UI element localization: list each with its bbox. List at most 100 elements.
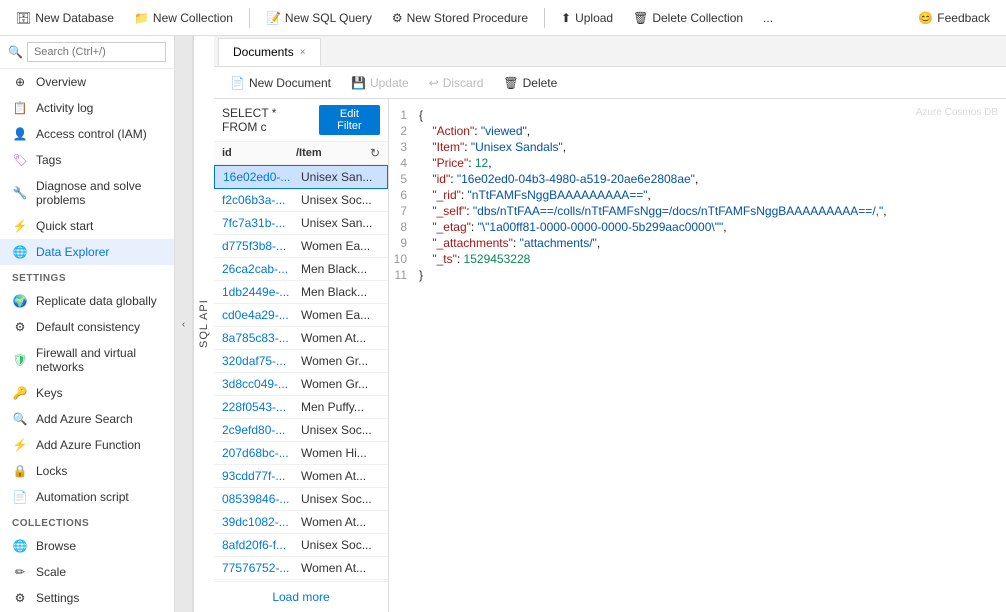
query-bar: SELECT * FROM c Edit Filter <box>214 99 388 142</box>
replicate-icon: 🌍 <box>12 294 28 308</box>
query-text: SELECT * FROM c <box>222 106 313 134</box>
new-doc-icon: 📄 <box>230 76 245 90</box>
json-editor-wrapper: Azure Cosmos DB 1 { 2 "Action": "viewed"… <box>389 99 1006 612</box>
locks-icon: 🔒 <box>12 464 28 478</box>
sidebar-item-diagnose[interactable]: 🔧 Diagnose and solve problems <box>0 173 174 213</box>
discard-icon: ↩ <box>429 76 439 90</box>
tab-close-button[interactable]: × <box>300 47 306 58</box>
sidebar-item-scale[interactable]: ✏ Scale <box>0 559 174 585</box>
json-editor[interactable]: Azure Cosmos DB 1 { 2 "Action": "viewed"… <box>389 99 1006 612</box>
sidebar-item-automation[interactable]: 📄 Automation script <box>0 484 174 510</box>
sidebar-item-settings[interactable]: ⚙ Settings <box>0 585 174 611</box>
upload-button[interactable]: ⬆ Upload <box>553 7 621 29</box>
update-icon: 💾 <box>351 76 366 90</box>
table-row[interactable]: 8afd20f6-f... Unisex Soc... <box>214 534 388 557</box>
sidebar-collapse-button[interactable]: ‹ <box>175 36 193 612</box>
browse-icon: 🌐 <box>12 539 28 553</box>
tabs-row: Documents × <box>214 36 1006 67</box>
search-icon: 🔍 <box>8 45 23 59</box>
sql-api-label: SQL API <box>193 36 214 612</box>
sidebar-item-consistency[interactable]: ⚙ Default consistency <box>0 314 174 340</box>
documents-panel: SELECT * FROM c Edit Filter id /Item ↻ 1… <box>214 99 389 612</box>
col-id-header: id <box>222 147 296 159</box>
feedback-icon: 😊 <box>918 11 933 25</box>
main-layout: 🔍 ⊕ Overview 📋 Activity log 👤 Access con… <box>0 36 1006 612</box>
table-row[interactable]: 228f0543-... Men Puffy... <box>214 396 388 419</box>
load-more-button[interactable]: Load more <box>214 581 388 612</box>
stored-proc-icon: ⚙ <box>392 11 403 25</box>
table-row[interactable]: 320daf75-... Women Gr... <box>214 350 388 373</box>
keys-icon: 🔑 <box>12 386 28 400</box>
settings-section-label: SETTINGS <box>0 265 174 288</box>
table-row[interactable]: f2c06b3a-... Unisex Soc... <box>214 189 388 212</box>
search-input[interactable] <box>27 42 166 62</box>
table-row[interactable]: cd0e4a29-... Women Ea... <box>214 304 388 327</box>
sidebar-item-replicate[interactable]: 🌍 Replicate data globally <box>0 288 174 314</box>
content-area: SELECT * FROM c Edit Filter id /Item ↻ 1… <box>214 99 1006 612</box>
sidebar-item-azure-search[interactable]: 🔍 Add Azure Search <box>0 406 174 432</box>
azure-function-icon: ⚡ <box>12 438 28 452</box>
azure-search-icon: 🔍 <box>12 412 28 426</box>
upload-icon: ⬆ <box>561 11 571 25</box>
sidebar-item-keys[interactable]: 🔑 Keys <box>0 380 174 406</box>
sidebar-item-quick-start[interactable]: ⚡ Quick start <box>0 213 174 239</box>
activity-log-icon: 📋 <box>12 101 28 115</box>
discard-button[interactable]: ↩ Discard <box>421 73 492 93</box>
sidebar-item-browse[interactable]: 🌐 Browse <box>0 533 174 559</box>
separator-2 <box>544 8 545 28</box>
new-collection-button[interactable]: 📁 New Collection <box>126 7 241 29</box>
feedback-button[interactable]: 😊 Feedback <box>910 7 998 29</box>
edit-filter-button[interactable]: Edit Filter <box>319 105 380 135</box>
update-button[interactable]: 💾 Update <box>343 73 417 93</box>
table-row[interactable]: 26ca2cab-... Men Black... <box>214 258 388 281</box>
new-document-button[interactable]: 📄 New Document <box>222 73 339 93</box>
table-row[interactable]: 207d68bc-... Women Hi... <box>214 442 388 465</box>
new-stored-procedure-button[interactable]: ⚙ New Stored Procedure <box>384 7 536 29</box>
data-explorer-icon: 🌐 <box>12 245 28 259</box>
tab-panel: Documents × 📄 New Document 💾 Update ↩ Di… <box>214 36 1006 612</box>
delete-button[interactable]: 🗑 Delete <box>495 73 565 93</box>
sidebar-item-overview[interactable]: ⊕ Overview <box>0 69 174 95</box>
json-line-5: 5 "id": "16e02ed0-04b3-4980-a519-20ae6e2… <box>389 171 1006 187</box>
documents-tab[interactable]: Documents × <box>218 38 321 66</box>
json-line-4: 4 "Price": 12, <box>389 155 1006 171</box>
table-row[interactable]: 39dc1082-... Women At... <box>214 511 388 534</box>
col-item-header: /Item <box>296 147 370 159</box>
sidebar-item-access-control[interactable]: 👤 Access control (IAM) <box>0 121 174 147</box>
sidebar-item-firewall[interactable]: 🛡 Firewall and virtual networks <box>0 340 174 380</box>
table-row[interactable]: 16e02ed0-... Unisex San... <box>214 165 388 189</box>
sidebar-search-container: 🔍 <box>0 36 174 69</box>
sub-toolbar: 📄 New Document 💾 Update ↩ Discard 🗑 Dele… <box>214 67 1006 99</box>
new-sql-query-button[interactable]: 📝 New SQL Query <box>258 7 380 29</box>
json-line-10: 10 "_ts": 1529453228 <box>389 251 1006 267</box>
table-row[interactable]: 77576752-... Women At... <box>214 557 388 580</box>
table-row[interactable]: 1db2449e-... Men Black... <box>214 281 388 304</box>
top-toolbar: 🗄 New Database 📁 New Collection 📝 New SQ… <box>0 0 1006 36</box>
sidebar-item-tags[interactable]: 🏷 Tags <box>0 147 174 173</box>
automation-icon: 📄 <box>12 490 28 504</box>
collections-section-label: COLLECTIONS <box>0 510 174 533</box>
table-row[interactable]: 2c9efd80-... Unisex Soc... <box>214 419 388 442</box>
sidebar-item-activity-log[interactable]: 📋 Activity log <box>0 95 174 121</box>
sidebar-item-locks[interactable]: 🔒 Locks <box>0 458 174 484</box>
table-row[interactable]: 8a785c83-... Women At... <box>214 327 388 350</box>
sidebar-item-data-explorer[interactable]: 🌐 Data Explorer <box>0 239 174 265</box>
table-row[interactable]: d775f3b8-... Women Ea... <box>214 235 388 258</box>
delete-icon: 🗑 <box>633 11 648 25</box>
new-database-button[interactable]: 🗄 New Database <box>8 7 122 29</box>
more-button[interactable]: ... <box>755 7 781 29</box>
json-line-7: 7 "_self": "dbs/nTtFAA==/colls/nTtFAMFsN… <box>389 203 1006 219</box>
table-row[interactable]: 7fc7a31b-... Unisex San... <box>214 212 388 235</box>
json-line-6: 6 "_rid": "nTtFAMFsNggBAAAAAAAAA==", <box>389 187 1006 203</box>
table-row[interactable]: 93cdd77f-... Women At... <box>214 465 388 488</box>
delete-collection-button[interactable]: 🗑 Delete Collection <box>625 7 751 29</box>
new-collection-icon: 📁 <box>134 11 149 25</box>
table-row[interactable]: 3d8cc049-... Women Gr... <box>214 373 388 396</box>
refresh-button[interactable]: ↻ <box>370 146 380 160</box>
table-row[interactable]: 08539846-... Unisex Soc... <box>214 488 388 511</box>
sql-api-wrapper: SQL API Documents × 📄 New Document 💾 Upd… <box>193 36 1006 612</box>
sidebar-item-azure-function[interactable]: ⚡ Add Azure Function <box>0 432 174 458</box>
scale-icon: ✏ <box>12 565 28 579</box>
tags-icon: 🏷 <box>12 153 28 167</box>
separator-1 <box>249 8 250 28</box>
